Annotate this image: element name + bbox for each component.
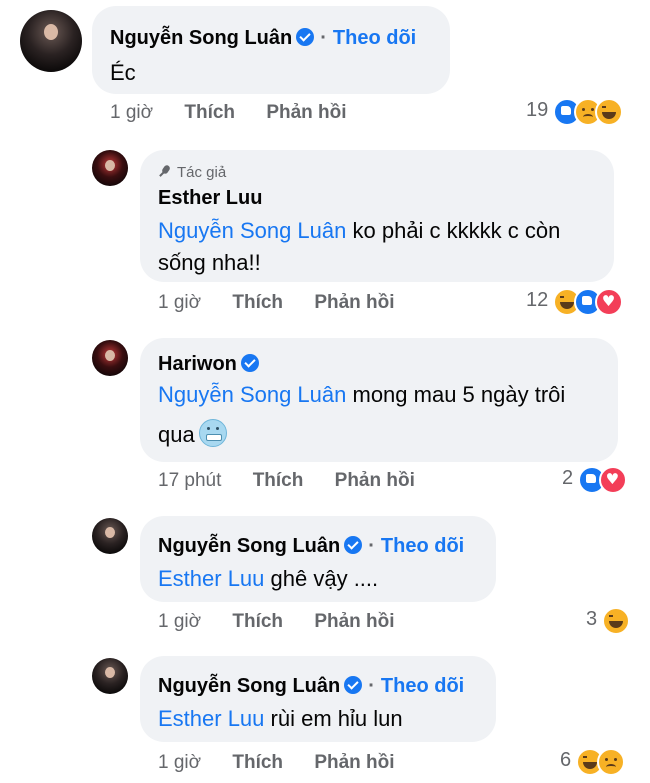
avatar[interactable] <box>92 658 128 694</box>
verified-badge-icon <box>344 676 363 694</box>
comment-time[interactable]: 1 giờ <box>110 102 153 123</box>
like-button[interactable]: Thích <box>232 611 283 632</box>
cold-face-icon <box>198 419 227 447</box>
comment-bubble: Nguyễn Song Luân · Theo dõi Éc <box>92 6 450 94</box>
verified-badge-icon <box>296 28 315 46</box>
mention-link[interactable]: Nguyễn Song Luân <box>158 382 346 407</box>
like-button[interactable]: Thích <box>184 102 235 123</box>
comment-text: rùi em hỉu lun <box>270 706 403 731</box>
reply-button[interactable]: Phản hồi <box>314 752 394 773</box>
like-button[interactable]: Thích <box>232 292 283 313</box>
reaction-summary[interactable]: 12 <box>526 288 623 316</box>
comment-text: Éc <box>110 60 136 85</box>
comment-time[interactable]: 1 giờ <box>158 611 201 632</box>
haha-icon <box>601 607 630 635</box>
comment-time[interactable]: 1 giờ <box>158 292 201 313</box>
reaction-count: 3 <box>586 608 598 631</box>
reaction-count: 12 <box>526 289 549 312</box>
follow-button[interactable]: Theo dõi <box>333 27 416 49</box>
comment-bubble: Nguyễn Song Luân · Theo dõi Esther Luu ghê… <box>140 516 496 602</box>
follow-button[interactable]: Theo dõi <box>381 535 464 557</box>
avatar[interactable] <box>92 340 128 376</box>
reply-button[interactable]: Phản hồi <box>314 292 394 313</box>
comment-author[interactable]: Esther Luu <box>158 187 262 209</box>
verified-badge-icon <box>240 354 259 372</box>
like-button[interactable]: Thích <box>232 752 283 773</box>
reaction-count: 6 <box>560 749 572 772</box>
reaction-count: 2 <box>562 467 574 490</box>
comment-text: ghê vậy .... <box>270 566 379 591</box>
comment-author[interactable]: Hariwon <box>158 353 237 375</box>
love-icon <box>594 288 623 316</box>
author-mic-icon <box>158 165 171 178</box>
reaction-summary[interactable]: 19 <box>526 98 623 126</box>
avatar[interactable] <box>92 150 128 186</box>
reaction-summary[interactable]: 3 <box>586 607 630 635</box>
comment-text: ko phải c kkkkk c còn <box>352 218 561 243</box>
comment-author[interactable]: Nguyễn Song Luân <box>158 535 340 557</box>
avatar[interactable] <box>92 518 128 554</box>
comment-text-continued: sống nha!! <box>158 250 261 275</box>
comment-time[interactable]: 1 giờ <box>158 752 201 773</box>
sad-icon <box>596 748 625 776</box>
like-button[interactable]: Thích <box>253 470 304 491</box>
comment-text-continued: qua <box>158 422 195 447</box>
comment-author[interactable]: Nguyễn Song Luân <box>110 27 292 49</box>
comment-bubble: Tác giả Esther Luu Nguyễn Song Luân ko p… <box>140 150 614 282</box>
reaction-count: 19 <box>526 99 549 122</box>
reply-button[interactable]: Phản hồi <box>314 611 394 632</box>
follow-button[interactable]: Theo dõi <box>381 675 464 697</box>
comment-author[interactable]: Nguyễn Song Luân <box>158 675 340 697</box>
avatar[interactable] <box>20 10 82 72</box>
mention-link[interactable]: Esther Luu <box>158 706 264 731</box>
reply-button[interactable]: Phản hồi <box>266 102 346 123</box>
author-tag: Tác giả <box>177 164 227 181</box>
mention-link[interactable]: Nguyễn Song Luân <box>158 218 346 243</box>
reaction-summary[interactable]: 6 <box>560 748 625 776</box>
reply-button[interactable]: Phản hồi <box>335 470 415 491</box>
comment-text: mong mau 5 ngày trôi <box>352 382 566 407</box>
comment-time[interactable]: 17 phút <box>158 470 221 491</box>
love-icon <box>598 466 627 494</box>
reaction-summary[interactable]: 2 <box>562 466 627 494</box>
haha-icon <box>594 98 623 126</box>
mention-link[interactable]: Esther Luu <box>158 566 264 591</box>
verified-badge-icon <box>344 536 363 554</box>
comment-bubble: Hariwon Nguyễn Song Luân mong mau 5 ngày… <box>140 338 618 462</box>
comment-bubble: Nguyễn Song Luân · Theo dõi Esther Luu rùi… <box>140 656 496 742</box>
